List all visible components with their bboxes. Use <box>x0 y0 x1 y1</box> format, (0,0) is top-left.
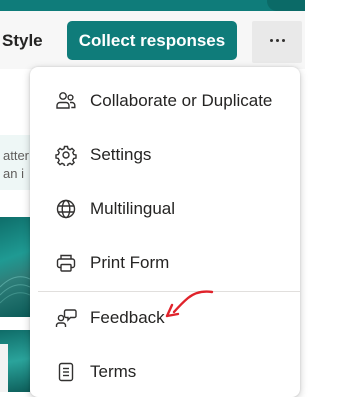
menu-item-collaborate[interactable]: Collaborate or Duplicate <box>30 74 300 126</box>
more-horizontal-icon <box>270 39 286 43</box>
menu-item-label: Print Form <box>90 253 170 272</box>
background-panel <box>0 69 30 129</box>
document-icon <box>55 361 77 383</box>
background-theme-image <box>0 330 30 392</box>
header-notch <box>267 0 305 11</box>
background-text-line: an i <box>3 166 24 181</box>
menu-item-print-form[interactable]: Print Form <box>30 236 300 288</box>
people-icon <box>55 90 77 112</box>
header-strip <box>0 0 305 11</box>
background-notice: atter an i <box>0 135 30 190</box>
more-options-menu: Collaborate or Duplicate Settings Multil… <box>30 67 300 397</box>
menu-item-multilingual[interactable]: Multilingual <box>30 182 300 234</box>
globe-icon <box>55 198 77 220</box>
menu-item-label: Terms <box>90 362 137 381</box>
printer-icon <box>55 252 77 274</box>
menu-item-label: Collaborate or Duplicate <box>90 91 273 110</box>
style-tab[interactable]: Style <box>2 31 43 51</box>
menu-item-label: Settings <box>90 145 152 164</box>
menu-item-label: Multilingual <box>90 199 176 218</box>
more-options-button[interactable] <box>252 21 302 63</box>
background-text-line: atter <box>3 148 30 163</box>
collect-responses-button[interactable]: Collect responses <box>67 21 237 60</box>
feedback-icon <box>55 307 77 329</box>
menu-item-feedback[interactable]: Feedback <box>30 291 300 343</box>
menu-item-terms[interactable]: Terms <box>30 345 300 397</box>
background-theme-image <box>0 217 30 317</box>
menu-item-label: Feedback <box>90 308 165 327</box>
gear-icon <box>55 144 77 168</box>
menu-item-settings[interactable]: Settings <box>30 128 300 180</box>
toolbar: Style Collect responses <box>0 11 305 69</box>
